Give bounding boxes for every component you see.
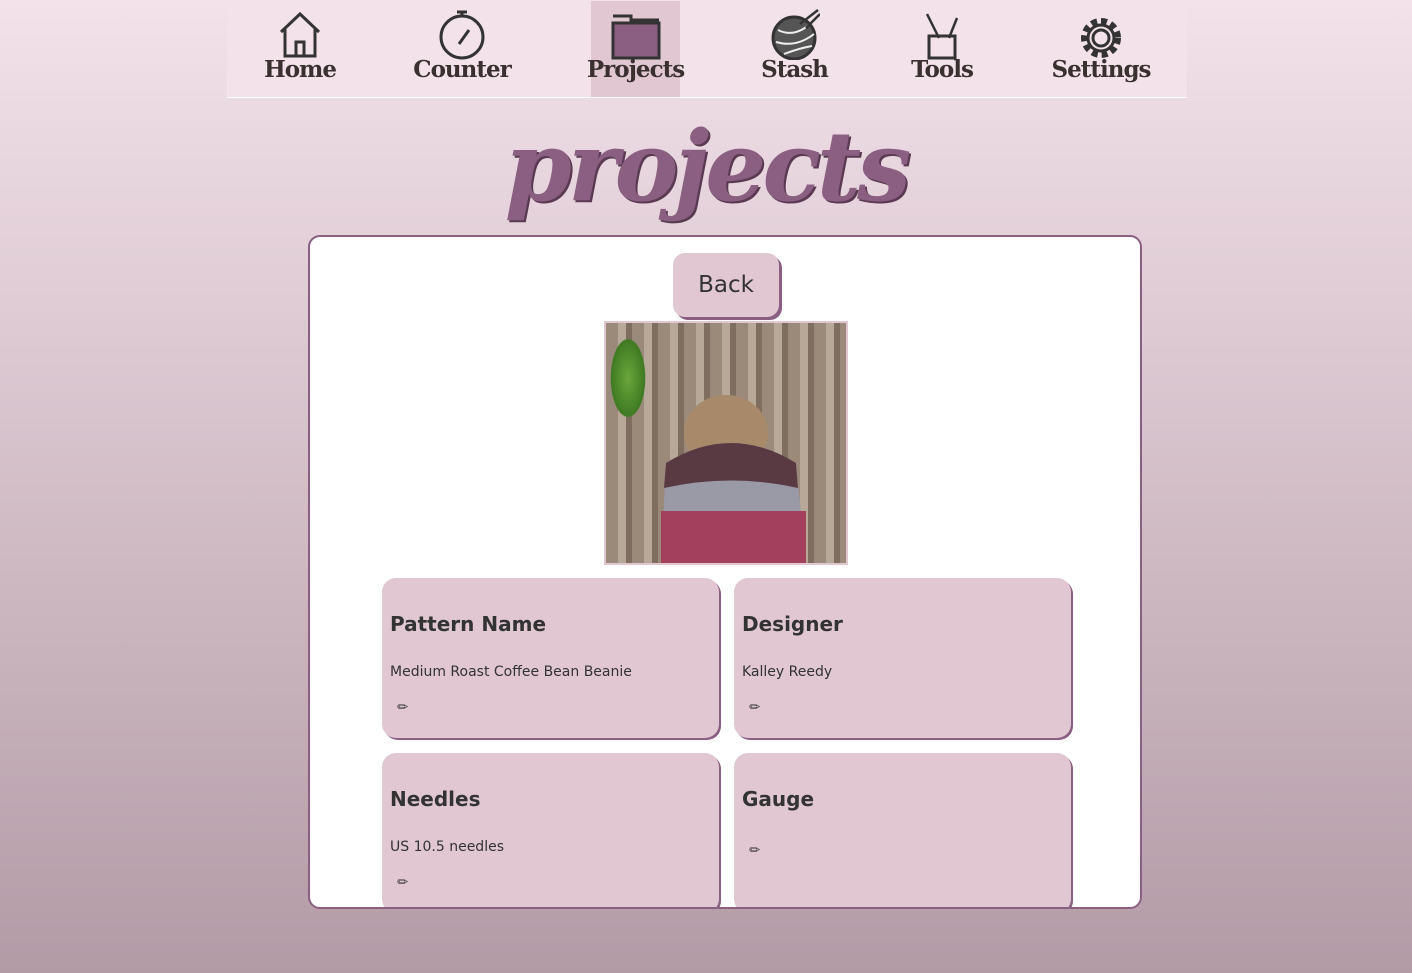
edit-pencil-icon[interactable]: ✎	[394, 873, 412, 891]
field-card-pattern-name: Pattern Name Medium Roast Coffee Bean Be…	[382, 578, 719, 738]
leaf-decoration	[608, 333, 648, 423]
page-title: projects	[504, 110, 911, 223]
field-label: Pattern Name	[390, 612, 547, 636]
field-label: Gauge	[742, 787, 815, 811]
project-detail-panel: Back Pattern Name Medium Roast Coffee Be…	[308, 235, 1142, 909]
nav-projects[interactable]: Projects	[587, 1, 685, 97]
project-photo	[604, 321, 848, 565]
nav-label: Tools	[911, 56, 974, 83]
edit-pencil-icon[interactable]: ✎	[746, 841, 764, 859]
field-card-designer: Designer Kalley Reedy ✎	[734, 578, 1071, 738]
nav-label: Counter	[413, 56, 511, 83]
stopwatch-icon	[439, 10, 485, 60]
field-value: US 10.5 needles	[390, 839, 504, 855]
yarn-ball-icon	[771, 9, 820, 60]
nav-settings[interactable]: Settings	[1051, 1, 1152, 97]
field-label: Designer	[742, 612, 843, 636]
edit-pencil-icon[interactable]: ✎	[394, 698, 412, 716]
nav-counter[interactable]: Counter	[412, 1, 512, 97]
gear-icon	[1081, 18, 1121, 58]
edit-pencil-icon[interactable]: ✎	[746, 698, 764, 716]
beanie-image	[661, 395, 806, 563]
field-card-gauge: Gauge ✎	[734, 753, 1071, 907]
field-value: Kalley Reedy	[742, 664, 833, 680]
field-card-needles: Needles US 10.5 needles ✎	[382, 753, 719, 907]
nav-label: Settings	[1051, 56, 1152, 83]
top-nav: Home Counter Projects Stash Tools Settin…	[227, 0, 1187, 98]
field-label: Needles	[390, 787, 481, 811]
field-value: Medium Roast Coffee Bean Beanie	[390, 664, 632, 680]
tools-cup-icon	[925, 13, 959, 60]
back-button[interactable]: Back	[673, 253, 779, 317]
folder-icon	[611, 14, 660, 60]
nav-label: Stash	[761, 56, 829, 83]
nav-tools[interactable]: Tools	[897, 1, 987, 97]
nav-home[interactable]: Home	[255, 1, 345, 97]
home-icon	[279, 11, 321, 58]
nav-label: Projects	[586, 56, 685, 83]
nav-stash[interactable]: Stash	[752, 1, 837, 97]
nav-label: Home	[263, 56, 337, 83]
